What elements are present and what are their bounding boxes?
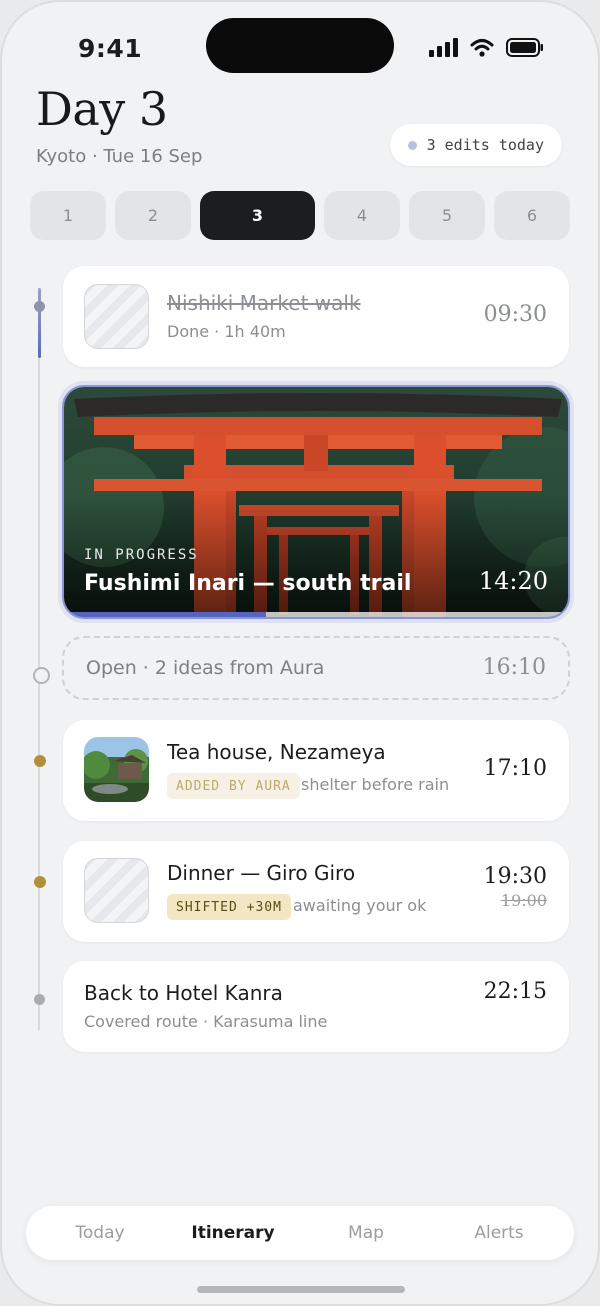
- item-old-time: 19:00: [500, 891, 547, 910]
- timeline-dot-open: [33, 667, 50, 684]
- item-title: Nishiki Market walk: [167, 291, 361, 315]
- home-indicator[interactable]: [197, 1286, 405, 1293]
- wifi-icon: [470, 39, 494, 57]
- tea-house-photo: [84, 737, 149, 802]
- item-time: 09:30: [483, 302, 547, 327]
- edits-badge[interactable]: 3 edits today: [389, 124, 562, 166]
- day-tab-4[interactable]: 4: [324, 191, 400, 240]
- status-label: IN PROGRESS: [84, 547, 199, 563]
- status-time: 9:41: [78, 34, 143, 63]
- itinerary-item-hotel[interactable]: Back to Hotel Kanra Covered route · Kara…: [63, 961, 569, 1052]
- status-dot-icon: [407, 140, 417, 150]
- item-subtitle: Covered route · Karasuma line: [84, 1012, 328, 1031]
- itinerary-item-dinner[interactable]: Dinner — Giro Giro SHIFTED +30M awaiting…: [63, 841, 569, 942]
- item-title: Dinner — Giro Giro: [167, 861, 356, 885]
- placeholder-image-icon: [84, 858, 149, 923]
- item-title: Tea house, Nezameya: [167, 740, 386, 764]
- item-title: Back to Hotel Kanra: [84, 981, 283, 1005]
- current-activity-card[interactable]: IN PROGRESS Fushimi Inari — south trail …: [62, 385, 570, 619]
- item-time: 17:10: [483, 756, 547, 781]
- timeline-rail: [38, 288, 40, 1030]
- timeline-dot-upcoming: [34, 994, 45, 1005]
- open-slot-time: 16:10: [482, 655, 546, 680]
- tab-map[interactable]: Map: [348, 1223, 384, 1243]
- page-subtitle: Kyoto · Tue 16 Sep: [36, 146, 203, 167]
- edits-badge-label: 3 edits today: [426, 136, 544, 154]
- item-note: awaiting your ok: [293, 896, 427, 915]
- tab-itinerary[interactable]: Itinerary: [191, 1223, 274, 1243]
- open-slot-text: Open · 2 ideas from Aura: [86, 657, 325, 679]
- open-slot-suggestions[interactable]: Open · 2 ideas from Aura 16:10: [62, 636, 570, 700]
- current-activity-title: Fushimi Inari — south trail: [84, 571, 412, 596]
- added-by-aura-tag: ADDED BY AURA: [167, 773, 300, 799]
- tab-today[interactable]: Today: [75, 1223, 124, 1243]
- item-note: shelter before rain: [301, 775, 450, 794]
- timeline-dot-done: [34, 301, 45, 312]
- tab-alerts[interactable]: Alerts: [474, 1223, 523, 1243]
- signal-icon: [429, 38, 458, 57]
- day-tab-5[interactable]: 5: [409, 191, 485, 240]
- placeholder-image-icon: [84, 284, 149, 349]
- itinerary-item-tea-house[interactable]: Tea house, Nezameya ADDED BY AURA shelte…: [63, 720, 569, 821]
- day-tab-3[interactable]: 3: [200, 191, 315, 240]
- shifted-tag: SHIFTED +30M: [167, 894, 291, 920]
- timeline-rail-progress: [38, 288, 41, 358]
- day-tabs: 1 2 3 4 5 6: [30, 191, 570, 240]
- item-subtitle: Done · 1h 40m: [167, 322, 286, 341]
- bottom-tab-bar: Today Itinerary Map Alerts: [26, 1206, 574, 1260]
- page-title: Day 3: [36, 82, 168, 136]
- timeline-dot-shifted: [34, 876, 46, 888]
- current-activity-time: 14:20: [478, 567, 548, 595]
- phone-screen: 9:41 Day 3 Kyoto · Tue 16 Sep 3 edits to…: [0, 0, 600, 1306]
- item-time: 22:15: [483, 979, 547, 1004]
- dynamic-island: [206, 18, 394, 73]
- status-icons: [429, 38, 544, 57]
- item-time: 19:30: [483, 864, 547, 889]
- day-tab-2[interactable]: 2: [115, 191, 191, 240]
- itinerary-item-nishiki[interactable]: Nishiki Market walk Done · 1h 40m 09:30: [63, 266, 569, 367]
- timeline-dot-aura: [34, 755, 46, 767]
- day-tab-1[interactable]: 1: [30, 191, 106, 240]
- day-tab-6[interactable]: 6: [494, 191, 570, 240]
- battery-icon: [506, 38, 543, 57]
- progress-bar: [64, 612, 266, 617]
